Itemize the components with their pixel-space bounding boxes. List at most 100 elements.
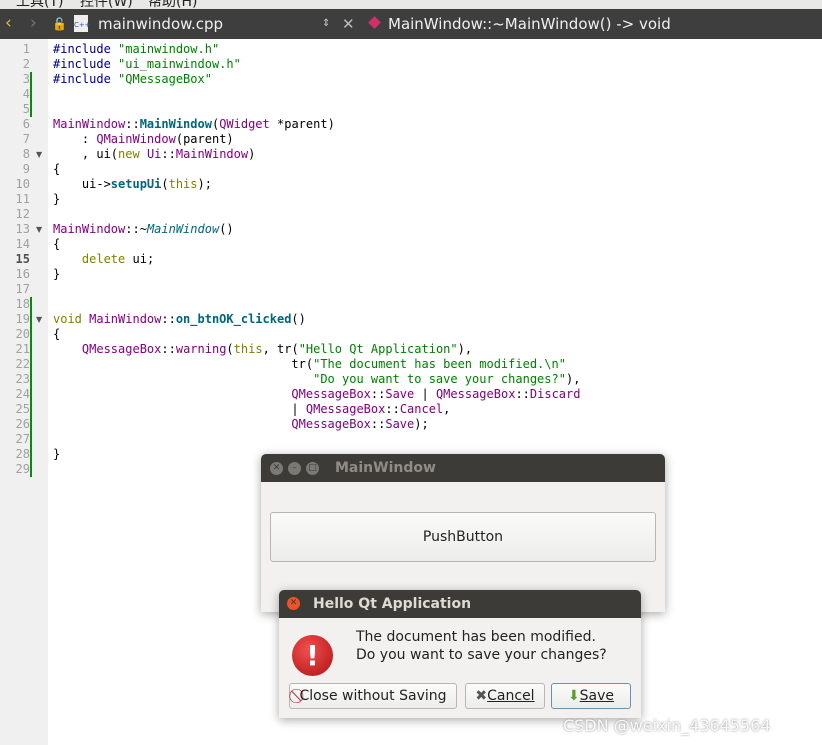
cancel-label: Cancel bbox=[487, 688, 535, 704]
line-number: 1 bbox=[22, 42, 30, 56]
code-token: ); bbox=[414, 417, 429, 431]
code-token: { bbox=[53, 162, 61, 176]
code-token: Save bbox=[385, 417, 415, 431]
menu-tools[interactable]: 工具(T) bbox=[16, 0, 63, 9]
code-token: ui; bbox=[125, 252, 155, 266]
lock-icon[interactable]: 🔓 bbox=[52, 17, 67, 31]
line-number: 8 bbox=[22, 147, 30, 161]
code-token: Save bbox=[385, 387, 415, 401]
code-line: , ui(new Ui::MainWindow) bbox=[53, 147, 580, 162]
code-token: on_btnOK_clicked bbox=[175, 312, 292, 326]
close-without-saving-button[interactable]: ⃠Close without Saving bbox=[289, 683, 457, 709]
code-token: (parent) bbox=[175, 132, 234, 146]
code-token: tr( bbox=[53, 357, 314, 371]
code-token: ); bbox=[197, 177, 212, 191]
code-token: this bbox=[233, 342, 263, 356]
warning-icon: ! bbox=[292, 635, 333, 676]
minimize-icon[interactable]: – bbox=[288, 462, 301, 475]
main-window: ✕ – □ MainWindow PushButton bbox=[261, 454, 665, 612]
menu-controls[interactable]: 控件(W) bbox=[80, 0, 133, 9]
line-number: 2 bbox=[22, 57, 30, 71]
line-number: 5 bbox=[22, 102, 30, 116]
line-number: 4 bbox=[22, 87, 30, 101]
line-number: 26 bbox=[15, 417, 30, 431]
code-token: MainWindow bbox=[89, 312, 162, 326]
code-line: } bbox=[53, 192, 580, 207]
code-token: QMainWindow bbox=[96, 132, 176, 146]
code-token: MainWindow bbox=[139, 117, 212, 131]
code-line: #include "mainwindow.h" bbox=[53, 42, 580, 57]
fold-arrow-icon[interactable]: ▼ bbox=[36, 315, 42, 324]
code-token: ::~ bbox=[125, 222, 147, 236]
close-icon[interactable]: ✕ bbox=[270, 462, 283, 475]
maximize-icon[interactable]: □ bbox=[306, 462, 319, 475]
fold-arrow-icon[interactable]: ▼ bbox=[36, 150, 42, 159]
menu-help[interactable]: 帮助(H) bbox=[148, 0, 197, 9]
line-number: 21 bbox=[15, 342, 30, 356]
code-token: :: bbox=[385, 402, 400, 416]
code-line: : QMainWindow(parent) bbox=[53, 132, 580, 147]
save-icon: ⬇ bbox=[567, 688, 580, 704]
code-token: Discard bbox=[529, 387, 581, 401]
cancel-button[interactable]: ✖Cancel bbox=[465, 683, 545, 709]
code-token: :: bbox=[515, 387, 530, 401]
message-box: ✕ Hello Qt Application ! The document ha… bbox=[279, 590, 641, 718]
main-window-title: MainWindow bbox=[335, 460, 436, 476]
discard-label: Close without Saving bbox=[299, 688, 447, 704]
code-token: () bbox=[291, 312, 306, 326]
forward-icon[interactable]: › bbox=[30, 13, 37, 33]
close-icon[interactable]: ✕ bbox=[287, 597, 300, 610]
symbol-icon bbox=[368, 16, 381, 29]
code-line: { bbox=[53, 162, 580, 177]
line-number: 20 bbox=[15, 327, 30, 341]
code-line: QMessageBox::Save | QMessageBox::Discard bbox=[53, 387, 580, 402]
push-button[interactable]: PushButton bbox=[270, 512, 656, 562]
file-switch-icon[interactable]: ⇕ bbox=[322, 18, 330, 29]
line-number: 15 bbox=[15, 252, 30, 266]
save-button[interactable]: ⬇Save bbox=[551, 683, 631, 709]
back-icon[interactable]: ‹ bbox=[5, 13, 12, 33]
code-editor[interactable]: #include "mainwindow.h" #include "ui_main… bbox=[53, 42, 580, 477]
symbol-selector[interactable]: MainWindow::~MainWindow() -> void bbox=[388, 15, 671, 33]
fold-arrow-icon[interactable]: ▼ bbox=[36, 225, 42, 234]
line-number: 25 bbox=[15, 402, 30, 416]
message-line-2: Do you want to save your changes? bbox=[356, 647, 607, 663]
code-token: setupUi bbox=[110, 177, 162, 191]
save-label: Save bbox=[579, 688, 615, 704]
code-line: QMessageBox::Save); bbox=[53, 417, 580, 432]
line-number: 7 bbox=[22, 132, 30, 146]
main-window-titlebar: ✕ – □ MainWindow bbox=[261, 454, 665, 482]
code-token: void bbox=[53, 312, 90, 326]
code-token: ), bbox=[565, 372, 581, 386]
code-token: this bbox=[168, 177, 198, 191]
menu-bar: 工具(T) 控件(W) 帮助(H) bbox=[0, 0, 822, 9]
code-line: delete ui; bbox=[53, 252, 580, 267]
close-file-icon[interactable]: ✕ bbox=[342, 15, 355, 33]
cpp-file-icon: C++ bbox=[74, 15, 91, 32]
code-line: MainWindow::MainWindow(QWidget *parent) bbox=[53, 117, 580, 132]
code-line: #include "QMessageBox" bbox=[53, 72, 580, 87]
line-number: 3 bbox=[22, 72, 30, 86]
line-number: 6 bbox=[22, 117, 30, 131]
code-token: :: bbox=[161, 342, 176, 356]
code-token: ( bbox=[161, 177, 169, 191]
code-token: :: bbox=[161, 147, 176, 161]
line-number: 22 bbox=[15, 357, 30, 371]
code-token: { bbox=[53, 237, 61, 251]
code-token: "Hello Qt Application" bbox=[298, 342, 458, 356]
line-number: 27 bbox=[15, 432, 30, 446]
code-token: } bbox=[53, 447, 61, 461]
file-name[interactable]: mainwindow.cpp bbox=[98, 15, 223, 33]
code-token: ui-> bbox=[53, 177, 111, 191]
line-number: 17 bbox=[15, 282, 30, 296]
code-line: } bbox=[53, 267, 580, 282]
code-token: Ui bbox=[146, 147, 162, 161]
code-line: void MainWindow::on_btnOK_clicked() bbox=[53, 312, 580, 327]
